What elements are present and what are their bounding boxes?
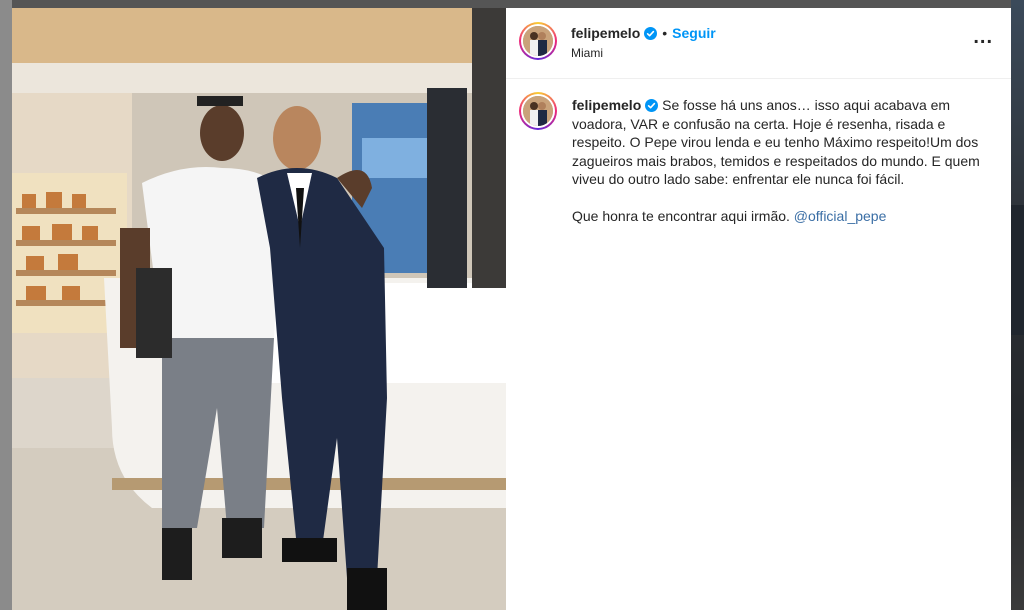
caption-paragraph-2: Que honra te encontrar aqui irmão. @offi…: [572, 207, 982, 226]
page-backdrop-right-element: [1011, 205, 1024, 335]
post-location[interactable]: Miami: [571, 46, 603, 60]
mention-link[interactable]: @official_pepe: [794, 208, 887, 224]
header-user-line: felipemelo • Seguir: [571, 25, 716, 43]
caption-username[interactable]: felipemelo: [572, 97, 641, 113]
header-username[interactable]: felipemelo: [571, 25, 640, 41]
photo-illustration: [12, 8, 506, 610]
page-backdrop-left: [0, 0, 12, 610]
caption-text-2: Que honra te encontrar aqui irmão.: [572, 207, 794, 224]
verified-badge-icon: [644, 27, 658, 40]
follow-button[interactable]: Seguir: [672, 25, 716, 41]
page-backdrop-top: [0, 0, 1024, 8]
header-separator: •: [662, 25, 668, 41]
post-modal: felipemelo • Seguir Miami ... felipemelo…: [12, 8, 1011, 610]
verified-badge-icon: [645, 98, 659, 112]
post-caption: felipemelo Se fosse há uns anos… isso aq…: [572, 96, 982, 226]
post-side-panel: felipemelo • Seguir Miami ... felipemelo…: [506, 8, 1011, 610]
author-avatar[interactable]: [519, 22, 557, 60]
more-options-icon[interactable]: ...: [973, 27, 993, 47]
caption-paragraph-1: felipemelo Se fosse há uns anos… isso aq…: [572, 96, 982, 189]
caption-author-avatar[interactable]: [519, 92, 557, 130]
post-photo[interactable]: [12, 8, 506, 610]
post-header: felipemelo • Seguir Miami ...: [506, 8, 1011, 79]
